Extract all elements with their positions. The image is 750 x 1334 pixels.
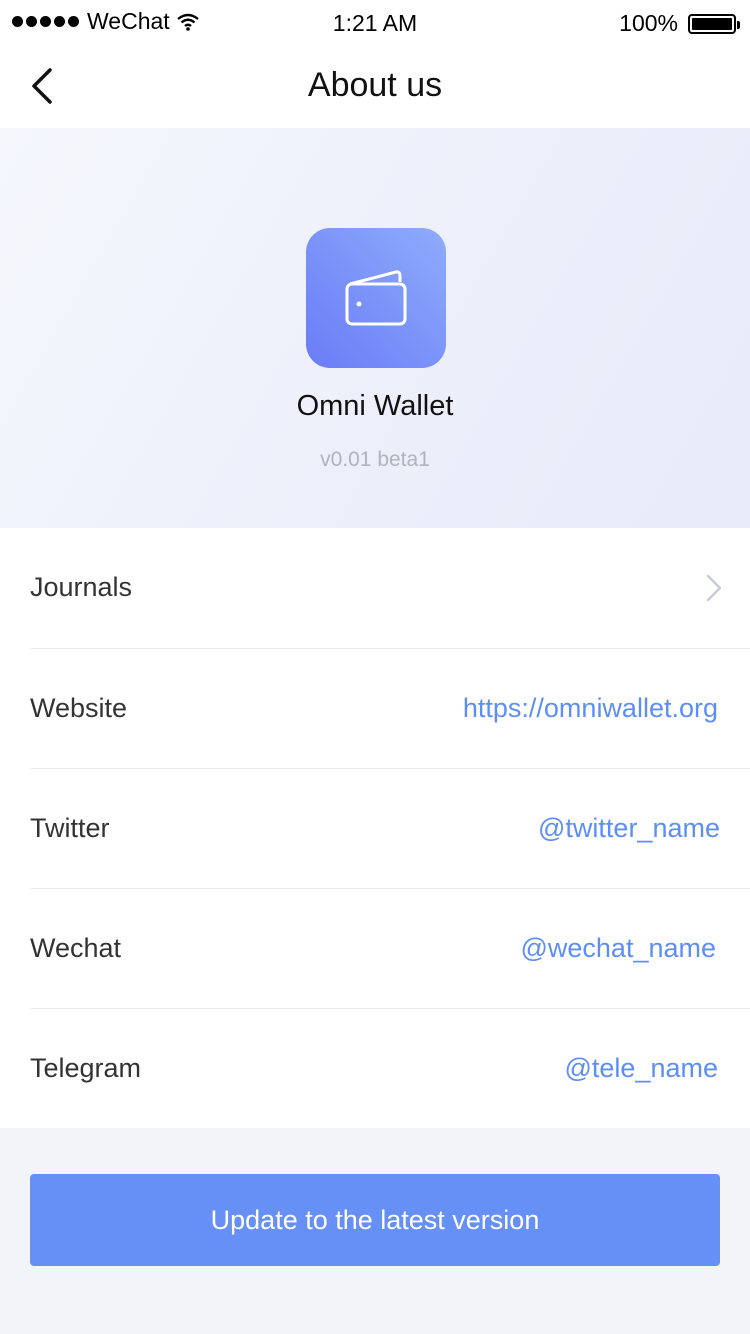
chevron-right-icon bbox=[706, 574, 722, 602]
list-item-twitter[interactable]: Twitter @twitter_name bbox=[30, 768, 750, 888]
battery-icon bbox=[688, 13, 740, 34]
app-name: Omni Wallet bbox=[296, 390, 454, 422]
nav-bar: About us bbox=[0, 46, 750, 128]
battery-fill bbox=[692, 17, 732, 30]
list-item-website[interactable]: Website https://omniwallet.org bbox=[30, 648, 750, 768]
row-label: Website bbox=[30, 693, 128, 723]
wallet-icon bbox=[345, 270, 407, 326]
status-bar: WeChat 1:21 AM 100% bbox=[0, 0, 750, 46]
website-link[interactable]: https://omniwallet.org bbox=[463, 693, 718, 724]
app-logo bbox=[306, 228, 446, 368]
row-label: Wechat bbox=[30, 933, 122, 963]
row-label: Journals bbox=[30, 572, 133, 602]
row-label: Twitter bbox=[30, 813, 110, 843]
info-list: Journals Website https://omniwallet.org … bbox=[0, 528, 750, 1128]
page-title: About us bbox=[307, 66, 443, 104]
battery-percent: 100% bbox=[619, 10, 678, 36]
list-item-telegram[interactable]: Telegram @tele_name bbox=[30, 1008, 750, 1128]
twitter-link[interactable]: @twitter_name bbox=[538, 813, 720, 844]
row-label: Telegram bbox=[30, 1053, 142, 1083]
telegram-link[interactable]: @tele_name bbox=[565, 1053, 719, 1084]
list-item-journals[interactable]: Journals bbox=[30, 528, 750, 648]
app-info-header: Omni Wallet v0.01 beta1 bbox=[0, 128, 750, 528]
app-version: v0.01 beta1 bbox=[320, 448, 430, 471]
update-button[interactable]: Update to the latest version bbox=[30, 1174, 720, 1266]
status-right: 100% bbox=[619, 10, 740, 37]
list-item-wechat[interactable]: Wechat @wechat_name bbox=[30, 888, 750, 1008]
wechat-link[interactable]: @wechat_name bbox=[520, 933, 716, 964]
